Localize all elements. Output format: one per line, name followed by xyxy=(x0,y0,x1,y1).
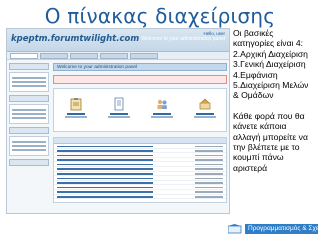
notice-box xyxy=(53,75,227,84)
side-text-line: & Ομάδων xyxy=(233,90,274,101)
shortcut-item xyxy=(63,97,89,118)
users-icon xyxy=(157,99,167,109)
screenshot-header: kpeptm.forumtwilight.com Hello, user Wel… xyxy=(7,29,229,52)
side-text-line: Οι βασικές xyxy=(233,28,274,38)
tab xyxy=(10,53,38,59)
side-text-line: κατηγορίες είναι 4: xyxy=(233,38,304,49)
sidebar-header xyxy=(9,159,49,166)
side-text-line: Κάθε φορά που θα xyxy=(233,110,305,121)
sidebar-box xyxy=(9,104,49,124)
shortcut-item xyxy=(149,97,175,118)
tab xyxy=(130,53,158,59)
shortcut-item xyxy=(192,97,218,118)
sidebar-header xyxy=(9,63,49,70)
sidebar-header xyxy=(9,127,49,134)
list-row xyxy=(54,195,226,200)
side-text-line: την βλέπετε με το xyxy=(233,142,300,153)
shortcut-item xyxy=(106,97,132,118)
side-text-line: 2.Αρχική Διαχείριση xyxy=(233,48,308,59)
tab xyxy=(40,53,68,59)
clipboard-icon xyxy=(70,98,81,111)
footer-badge: Προγραμματισμός & Σχεδιασμός xyxy=(226,223,318,235)
side-text-line: 5.Διαχείριση Μελών xyxy=(233,80,309,91)
screenshot-sidebar xyxy=(9,63,49,211)
sidebar-box xyxy=(9,72,49,92)
admin-panel-screenshot: kpeptm.forumtwilight.com Hello, user Wel… xyxy=(6,28,230,214)
tools-icon xyxy=(199,98,210,110)
footer-label: Προγραμματισμός & Σχεδιασμός xyxy=(245,224,318,234)
sidebar-box xyxy=(9,136,49,156)
shortcut-panel xyxy=(53,88,227,132)
side-text-line: αλλαγή μπορείτε να xyxy=(233,131,308,142)
recent-list xyxy=(53,137,227,203)
user-info: Hello, user Welcome to your administrati… xyxy=(141,31,225,42)
tab xyxy=(100,53,128,59)
tab xyxy=(70,53,98,59)
side-text-line: κουμπί πάνω xyxy=(233,152,284,163)
welcome-bar: Welcome to your administration panel xyxy=(53,63,227,71)
side-text-line: 3.Γενική Διαχείριση xyxy=(233,59,306,70)
screenshot-main: Welcome to your administration panel xyxy=(53,63,227,211)
school-logo-icon xyxy=(228,224,242,234)
slide-title: Ο πίνακας διαχείρισης xyxy=(44,4,276,28)
side-text-line: αριστερά xyxy=(233,162,268,173)
user-line-2: Welcome to your administration panel xyxy=(141,36,225,42)
document-icon xyxy=(114,97,123,111)
side-text-line: 4.Εμφάνιση xyxy=(233,69,278,80)
sidebar-header xyxy=(9,95,49,102)
side-text-line: κάνετε κάποια xyxy=(233,121,287,132)
screenshot-tabs xyxy=(7,52,229,60)
forum-logo: kpeptm.forumtwilight.com xyxy=(11,34,140,44)
side-description: Οι βασικές κατηγορίες είναι 4: 2.Αρχική … xyxy=(233,28,319,173)
